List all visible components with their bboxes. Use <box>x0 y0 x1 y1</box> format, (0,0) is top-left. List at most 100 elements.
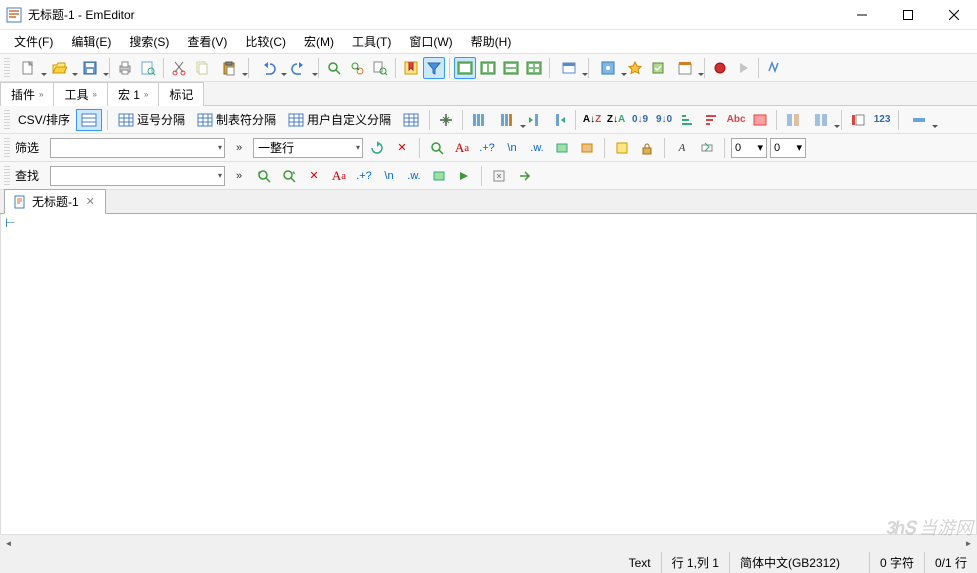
filter-after-spinner[interactable]: 0▾ <box>770 138 806 158</box>
new-file-button[interactable] <box>13 57 43 79</box>
print-preview-button[interactable] <box>137 57 159 79</box>
menu-edit[interactable]: 编辑(E) <box>63 31 119 52</box>
menu-window[interactable]: 窗口(W) <box>401 31 460 52</box>
panel-tab-marks[interactable]: 标记 <box>158 82 204 106</box>
filter-lock-button[interactable] <box>636 137 658 159</box>
sort-09-button[interactable]: 0↓9 <box>629 109 651 131</box>
open-file-button[interactable] <box>44 57 74 79</box>
view-mode1-button[interactable] <box>454 57 476 79</box>
scroll-right-button[interactable]: ► <box>960 535 977 552</box>
filter-expand-button[interactable]: » <box>228 137 250 159</box>
num-button[interactable]: 123 <box>871 109 893 131</box>
csv-comma-button[interactable]: 逗号分隔 <box>113 109 190 131</box>
help-icon-button[interactable] <box>763 57 785 79</box>
filter-search-button[interactable] <box>426 137 448 159</box>
sort-90-button[interactable]: 9↓0 <box>653 109 675 131</box>
scroll-left-button[interactable]: ◄ <box>0 535 17 552</box>
menu-help[interactable]: 帮助(H) <box>463 31 520 52</box>
find-prev-button[interactable] <box>253 165 275 187</box>
print-button[interactable] <box>114 57 136 79</box>
sort-word-button[interactable]: Abc <box>725 109 747 131</box>
sort-highlight-button[interactable] <box>749 109 771 131</box>
csv-tool-a[interactable] <box>435 109 457 131</box>
filter-toggle-button[interactable] <box>423 57 445 79</box>
menu-search[interactable]: 搜索(S) <box>121 31 177 52</box>
find-clear-button[interactable]: ✕ <box>303 165 325 187</box>
find-next-button[interactable] <box>278 165 300 187</box>
save-button[interactable] <box>75 57 105 79</box>
sort-len-asc-button[interactable] <box>677 109 699 131</box>
scroll-track[interactable] <box>17 535 960 552</box>
menu-macro[interactable]: 宏(M) <box>296 31 342 52</box>
status-lines[interactable]: 0/1 行 <box>925 552 977 573</box>
panel-tab-plugins[interactable]: 插件» <box>0 82 54 106</box>
status-mode[interactable]: Text <box>619 552 662 573</box>
filter-refresh-button[interactable] <box>366 137 388 159</box>
minimize-button[interactable] <box>839 0 885 30</box>
sort-az-button[interactable]: A↓Z <box>581 109 603 131</box>
horizontal-scrollbar[interactable]: ◄ ► <box>0 534 977 551</box>
copy-button[interactable] <box>191 57 213 79</box>
csv-user-button[interactable]: 用户自定义分隔 <box>283 109 396 131</box>
record-macro-button[interactable] <box>709 57 731 79</box>
find-inc-button[interactable] <box>428 165 450 187</box>
panel-tab-macro[interactable]: 宏 1» <box>107 82 159 106</box>
filter-word-button[interactable]: .w. <box>526 137 548 159</box>
menu-compare[interactable]: 比较(C) <box>237 31 294 52</box>
filter-scope-combo[interactable]: 一整行▾ <box>253 138 363 158</box>
tab-close-button[interactable]: ✕ <box>84 195 97 208</box>
find-combo[interactable]: ▾ <box>50 166 225 186</box>
find-regex-button[interactable]: .+? <box>353 165 375 187</box>
find-next2-button[interactable] <box>453 165 475 187</box>
maximize-button[interactable] <box>885 0 931 30</box>
tool2-button[interactable] <box>624 57 646 79</box>
find-in-files-button[interactable] <box>369 57 391 79</box>
close-button[interactable] <box>931 0 977 30</box>
filter-out-button[interactable] <box>696 137 718 159</box>
column-left-button[interactable] <box>524 109 546 131</box>
filter-bookmark-button[interactable] <box>611 137 633 159</box>
gripper-icon[interactable] <box>4 166 10 186</box>
menu-tools[interactable]: 工具(T) <box>344 31 399 52</box>
gripper-icon[interactable] <box>4 110 10 130</box>
editor-area[interactable]: ⊢ <box>0 214 977 534</box>
tool1-button[interactable] <box>593 57 623 79</box>
sort-len-desc-button[interactable] <box>701 109 723 131</box>
filter-combo[interactable]: ▾ <box>50 138 225 158</box>
csv-normal-button[interactable] <box>76 109 102 131</box>
find-close-button[interactable] <box>488 165 510 187</box>
find-case-button[interactable]: Aa <box>328 165 350 187</box>
undo-button[interactable] <box>253 57 283 79</box>
column-right-button[interactable] <box>548 109 570 131</box>
status-position[interactable]: 行 1,列 1 <box>662 552 730 573</box>
rows-button[interactable] <box>847 109 869 131</box>
split1-button[interactable] <box>782 109 804 131</box>
status-encoding[interactable]: 简体中文(GB2312) <box>730 552 870 573</box>
more-button[interactable] <box>904 109 934 131</box>
find-escape-button[interactable]: \n <box>378 165 400 187</box>
window-list-button[interactable] <box>554 57 584 79</box>
document-tab[interactable]: 无标题-1 ✕ <box>4 189 106 214</box>
filter-all-button[interactable]: A <box>671 137 693 159</box>
filter-inc-button[interactable] <box>551 137 573 159</box>
bookmark-button[interactable] <box>400 57 422 79</box>
filter-clear-button[interactable]: ✕ <box>391 137 413 159</box>
filter-exc-button[interactable] <box>576 137 598 159</box>
columns-dd-button[interactable] <box>492 109 522 131</box>
filter-case-button[interactable]: Aa <box>451 137 473 159</box>
view-mode4-button[interactable] <box>523 57 545 79</box>
menu-view[interactable]: 查看(V) <box>179 31 235 52</box>
filter-before-spinner[interactable]: 0▾ <box>731 138 767 158</box>
panel-tab-tools[interactable]: 工具» <box>53 82 107 106</box>
view-mode3-button[interactable] <box>500 57 522 79</box>
csv-tab-button[interactable]: 制表符分隔 <box>192 109 281 131</box>
replace-button[interactable] <box>346 57 368 79</box>
status-chars[interactable]: 0 字符 <box>870 552 925 573</box>
find-button[interactable] <box>323 57 345 79</box>
cut-button[interactable] <box>168 57 190 79</box>
columns-button[interactable] <box>468 109 490 131</box>
menu-file[interactable]: 文件(F) <box>6 31 61 52</box>
gripper-icon[interactable] <box>4 138 10 158</box>
play-macro-button[interactable] <box>732 57 754 79</box>
sort-za-button[interactable]: Z↓A <box>605 109 627 131</box>
